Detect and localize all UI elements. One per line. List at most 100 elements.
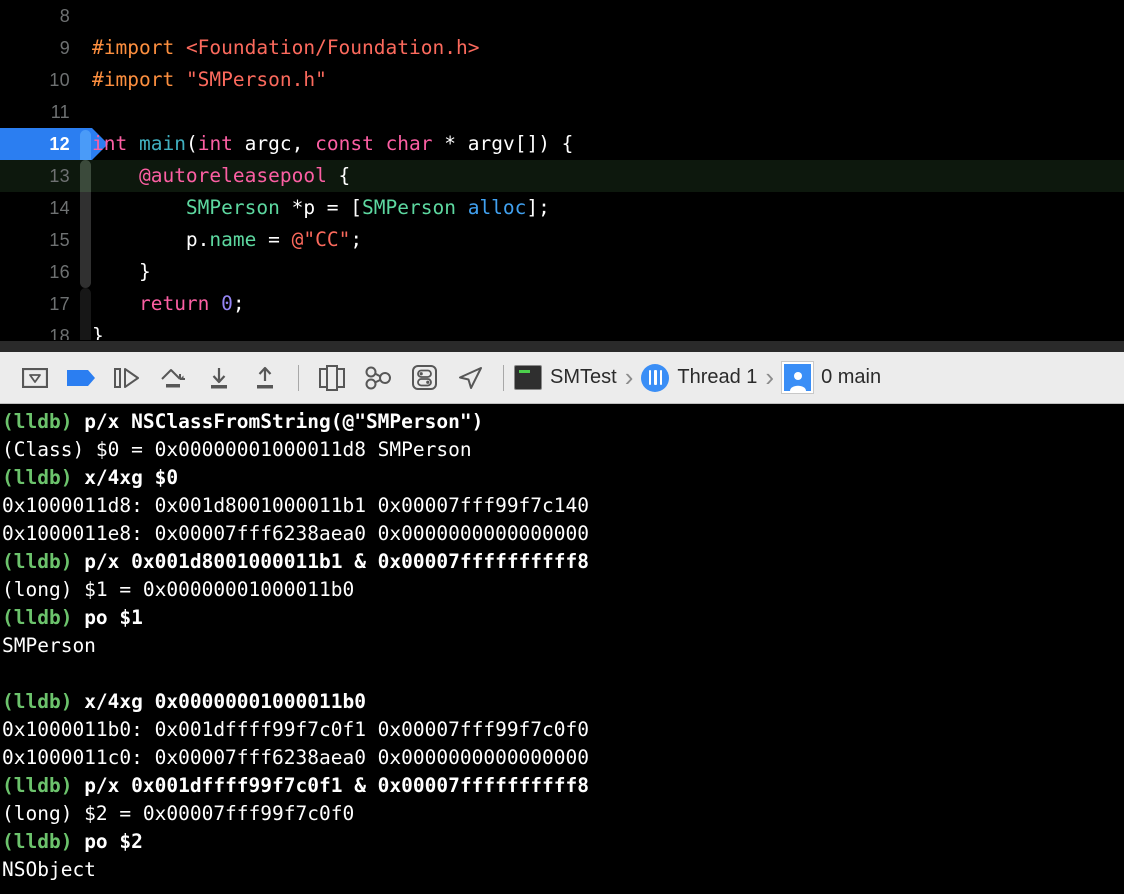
code-fold-ribbon[interactable] — [78, 32, 92, 64]
code-line[interactable]: 8 — [0, 0, 1124, 32]
lldb-command: x/4xg 0x00000001000011b0 — [84, 690, 366, 713]
debug-view-hierarchy-button[interactable] — [309, 358, 355, 398]
code-line[interactable]: 11 — [0, 96, 1124, 128]
code-line[interactable]: 9 #import <Foundation/Foundation.h> — [0, 32, 1124, 64]
token-keyword: @autoreleasepool — [138, 164, 327, 187]
code-text: #import "SMPerson.h" — [92, 64, 327, 96]
code-fold-ribbon[interactable] — [78, 224, 92, 256]
simulate-location-button[interactable] — [447, 358, 493, 398]
lldb-command: x/4xg $0 — [84, 466, 179, 489]
debug-console-output[interactable]: (lldb) p/x NSClassFromString(@"SMPerson"… — [0, 404, 1124, 894]
token-keyword: int — [92, 132, 128, 155]
token-keyword: int — [197, 132, 233, 155]
memory-graph-button[interactable] — [355, 358, 401, 398]
code-fold-ribbon[interactable] — [78, 0, 92, 32]
fold-indicator[interactable] — [80, 224, 91, 256]
token-keyword: return — [138, 292, 210, 315]
token-type: SMPerson — [362, 196, 456, 219]
code-text: @autoreleasepool { — [138, 164, 351, 187]
code-fold-ribbon[interactable] — [78, 192, 92, 224]
fold-indicator[interactable] — [80, 288, 91, 320]
step-over-button[interactable] — [150, 358, 196, 398]
code-fold-ribbon[interactable] — [78, 160, 92, 192]
line-number: 17 — [49, 294, 70, 314]
code-line[interactable]: 13 @autoreleasepool { — [0, 160, 1124, 192]
environment-overrides-icon — [411, 365, 437, 390]
process-name: SMTest — [550, 366, 617, 388]
lldb-prompt: (lldb) — [2, 830, 85, 853]
step-over-icon — [161, 368, 185, 387]
token-keyword: const — [315, 132, 374, 155]
fold-indicator[interactable] — [80, 160, 91, 192]
line-number: 8 — [59, 6, 70, 26]
code-line[interactable]: 10 #import "SMPerson.h" — [0, 64, 1124, 96]
frame-name: 0 main — [821, 366, 882, 388]
lldb-prompt: (lldb) — [2, 774, 85, 797]
console-output-line: (long) $1 = 0x00000001000011b0 — [2, 578, 355, 601]
lldb-command: p/x 0x001d8001000011b1 & 0x00007ffffffff… — [84, 550, 590, 573]
thread-name: Thread 1 — [677, 366, 758, 388]
location-arrow-icon — [459, 366, 482, 389]
source-code-editor[interactable]: 8 9 #import <Foundation/Foundation.h> 10… — [0, 0, 1124, 340]
chevron-right-icon: › — [624, 362, 634, 392]
code-line-current[interactable]: 12 int main(int argc, const char * argv[… — [0, 128, 1124, 160]
breadcrumb-item-process[interactable]: SMTest — [514, 358, 617, 398]
code-text: SMPerson *p = [SMPerson alloc]; — [185, 196, 550, 219]
line-number: 13 — [49, 166, 70, 186]
hide-debug-area-button[interactable] — [12, 358, 58, 398]
code-text: int main(int argc, const char * argv[]) … — [92, 132, 574, 155]
environment-overrides-button[interactable] — [401, 358, 447, 398]
token-preprocessor: #import — [92, 68, 175, 91]
token-function: main — [138, 132, 186, 155]
code-fold-ribbon[interactable] — [78, 64, 92, 96]
console-output-line: 0x1000011c0: 0x00007fff6238aea0 0x000000… — [2, 746, 589, 769]
lldb-prompt: (lldb) — [2, 690, 85, 713]
console-output-line: 0x1000011d8: 0x001d8001000011b1 0x00007f… — [2, 494, 589, 517]
console-output-line: (long) $2 = 0x00007fff99f7c0f0 — [2, 802, 355, 825]
lldb-prompt: (lldb) — [2, 410, 85, 433]
fold-indicator[interactable] — [80, 256, 91, 288]
code-text: p.name = @"CC"; — [185, 228, 363, 251]
token-method: alloc — [467, 196, 527, 219]
hide-debug-area-icon — [22, 367, 48, 388]
step-out-icon — [257, 366, 273, 388]
code-line[interactable]: 14 SMPerson *p = [SMPerson alloc]; — [0, 192, 1124, 224]
code-line[interactable]: 15 p.name = @"CC"; — [0, 224, 1124, 256]
code-text: return 0; — [138, 292, 245, 315]
fold-indicator[interactable] — [80, 320, 91, 340]
editor-console-divider[interactable] — [0, 340, 1124, 352]
code-fold-ribbon[interactable] — [78, 128, 92, 160]
line-number: 16 — [49, 262, 70, 282]
code-fold-ribbon[interactable] — [78, 288, 92, 320]
code-fold-ribbon[interactable] — [78, 256, 92, 288]
code-line[interactable]: 18 } — [0, 320, 1124, 340]
console-output-line: NSObject — [2, 858, 96, 881]
step-out-button[interactable] — [242, 358, 288, 398]
lldb-command: po $2 — [84, 830, 143, 853]
console-command-line: (lldb) p/x 0x001d8001000011b1 & 0x00007f… — [0, 548, 1124, 576]
deactivate-breakpoints-button[interactable] — [58, 358, 104, 398]
lldb-command: p/x 0x001dffff99f7c0f1 & 0x00007ffffffff… — [84, 774, 590, 797]
fold-indicator[interactable] — [80, 192, 91, 224]
continue-icon — [114, 367, 139, 388]
console-command-line: (lldb) x/4xg 0x00000001000011b0 — [0, 688, 1124, 716]
token-string: @"CC" — [291, 228, 351, 251]
lldb-prompt: (lldb) — [2, 550, 85, 573]
code-line[interactable]: 16 } — [0, 256, 1124, 288]
console-output-line: 0x1000011e8: 0x00007fff6238aea0 0x000000… — [2, 522, 589, 545]
continue-button[interactable] — [104, 358, 150, 398]
code-fold-ribbon[interactable] — [78, 96, 92, 128]
breadcrumb-item-frame[interactable]: 0 main — [782, 358, 881, 398]
lldb-prompt: (lldb) — [2, 606, 85, 629]
line-number: 9 — [59, 38, 70, 58]
breadcrumb-item-thread[interactable]: Thread 1 — [641, 358, 757, 398]
step-into-button[interactable] — [196, 358, 242, 398]
stack-frame-icon — [782, 362, 814, 393]
code-line[interactable]: 17 return 0; — [0, 288, 1124, 320]
debug-toolbar: SMTest › Thread 1 › 0 main — [0, 352, 1124, 404]
console-command-line: (lldb) po $2 — [0, 828, 1124, 856]
memory-graph-icon — [365, 366, 391, 389]
code-fold-ribbon[interactable] — [78, 320, 92, 340]
chevron-right-icon-2: › — [765, 362, 775, 392]
